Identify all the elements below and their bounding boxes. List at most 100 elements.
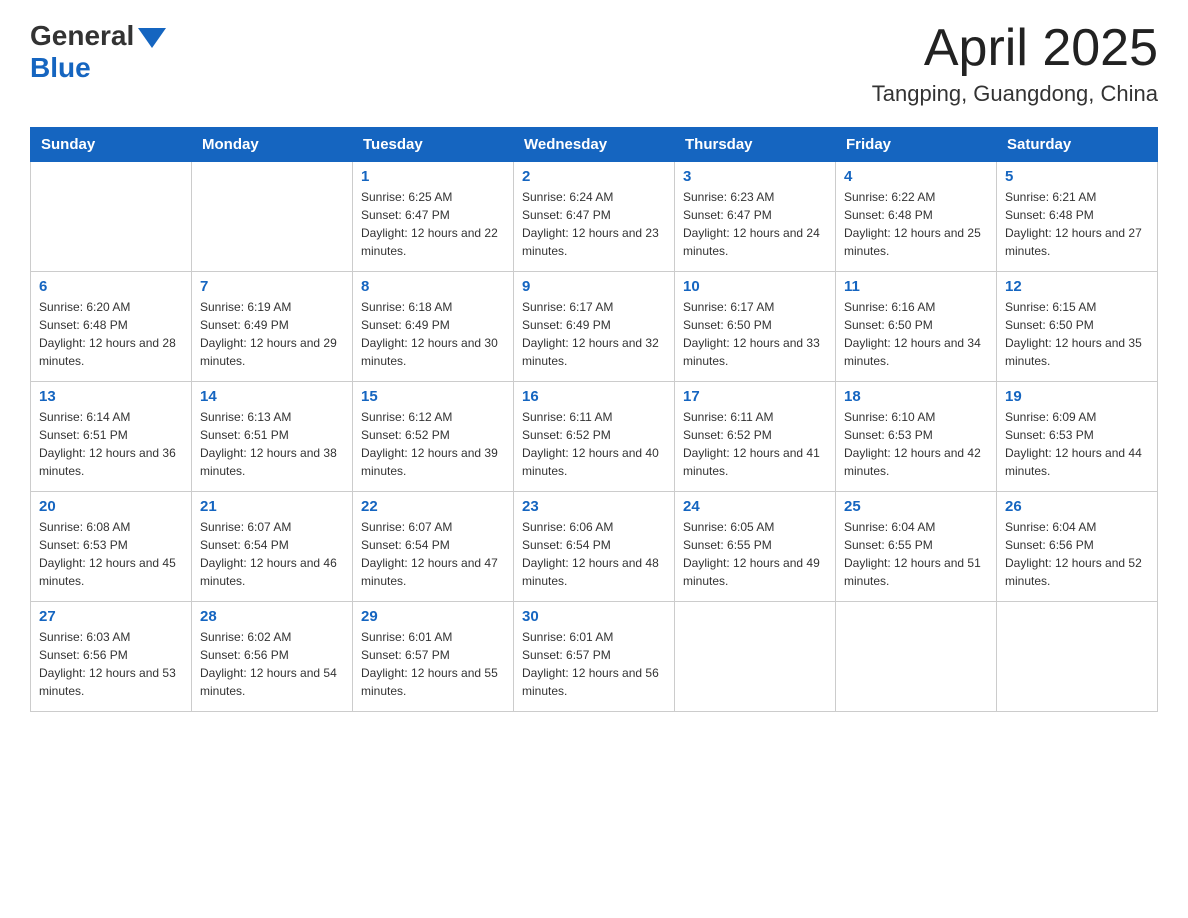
day-info: Sunrise: 6:22 AMSunset: 6:48 PMDaylight:… xyxy=(844,188,988,260)
day-number: 15 xyxy=(361,388,505,405)
calendar-cell: 14 Sunrise: 6:13 AMSunset: 6:51 PMDayligh… xyxy=(192,382,353,492)
day-info: Sunrise: 6:23 AMSunset: 6:47 PMDaylight:… xyxy=(683,188,827,260)
calendar-cell: 29 Sunrise: 6:01 AMSunset: 6:57 PMDayligh… xyxy=(353,602,514,712)
day-number: 27 xyxy=(39,608,183,625)
calendar-week-row: 6 Sunrise: 6:20 AMSunset: 6:48 PMDaylight… xyxy=(31,272,1158,382)
calendar-cell xyxy=(192,162,353,272)
weekday-header-sunday: Sunday xyxy=(31,128,192,162)
calendar-cell xyxy=(31,162,192,272)
calendar-cell: 15 Sunrise: 6:12 AMSunset: 6:52 PMDayligh… xyxy=(353,382,514,492)
day-info: Sunrise: 6:03 AMSunset: 6:56 PMDaylight:… xyxy=(39,628,183,700)
calendar-cell xyxy=(675,602,836,712)
day-number: 28 xyxy=(200,608,344,625)
calendar-cell: 13 Sunrise: 6:14 AMSunset: 6:51 PMDayligh… xyxy=(31,382,192,492)
calendar-cell: 12 Sunrise: 6:15 AMSunset: 6:50 PMDayligh… xyxy=(997,272,1158,382)
day-number: 10 xyxy=(683,278,827,295)
calendar-cell: 21 Sunrise: 6:07 AMSunset: 6:54 PMDayligh… xyxy=(192,492,353,602)
day-number: 17 xyxy=(683,388,827,405)
day-info: Sunrise: 6:20 AMSunset: 6:48 PMDaylight:… xyxy=(39,298,183,370)
day-info: Sunrise: 6:24 AMSunset: 6:47 PMDaylight:… xyxy=(522,188,666,260)
calendar-cell: 3 Sunrise: 6:23 AMSunset: 6:47 PMDaylight… xyxy=(675,162,836,272)
calendar-cell: 1 Sunrise: 6:25 AMSunset: 6:47 PMDaylight… xyxy=(353,162,514,272)
calendar-cell: 26 Sunrise: 6:04 AMSunset: 6:56 PMDayligh… xyxy=(997,492,1158,602)
day-info: Sunrise: 6:13 AMSunset: 6:51 PMDaylight:… xyxy=(200,408,344,480)
calendar-cell: 24Sunrise: 6:05 AMSunset: 6:55 PMDayligh… xyxy=(675,492,836,602)
calendar-cell: 16Sunrise: 6:11 AMSunset: 6:52 PMDayligh… xyxy=(514,382,675,492)
day-number: 25 xyxy=(844,498,988,515)
day-number: 13 xyxy=(39,388,183,405)
day-number: 26 xyxy=(1005,498,1149,515)
calendar-cell: 22 Sunrise: 6:07 AMSunset: 6:54 PMDayligh… xyxy=(353,492,514,602)
page-header: General Blue April 2025 Tangping, Guangd… xyxy=(30,20,1158,107)
day-number: 6 xyxy=(39,278,183,295)
calendar-week-row: 13 Sunrise: 6:14 AMSunset: 6:51 PMDayligh… xyxy=(31,382,1158,492)
day-info: Sunrise: 6:19 AMSunset: 6:49 PMDaylight:… xyxy=(200,298,344,370)
day-info: Sunrise: 6:01 AMSunset: 6:57 PMDaylight:… xyxy=(361,628,505,700)
day-number: 2 xyxy=(522,168,666,185)
day-number: 8 xyxy=(361,278,505,295)
weekday-header-saturday: Saturday xyxy=(997,128,1158,162)
day-number: 14 xyxy=(200,388,344,405)
weekday-header-friday: Friday xyxy=(836,128,997,162)
calendar-week-row: 1 Sunrise: 6:25 AMSunset: 6:47 PMDaylight… xyxy=(31,162,1158,272)
day-info: Sunrise: 6:08 AMSunset: 6:53 PMDaylight:… xyxy=(39,518,183,590)
calendar-week-row: 27 Sunrise: 6:03 AMSunset: 6:56 PMDayligh… xyxy=(31,602,1158,712)
day-info: Sunrise: 6:18 AMSunset: 6:49 PMDaylight:… xyxy=(361,298,505,370)
calendar-cell: 27 Sunrise: 6:03 AMSunset: 6:56 PMDayligh… xyxy=(31,602,192,712)
calendar-cell: 19Sunrise: 6:09 AMSunset: 6:53 PMDayligh… xyxy=(997,382,1158,492)
day-number: 20 xyxy=(39,498,183,515)
weekday-header-row: SundayMondayTuesdayWednesdayThursdayFrid… xyxy=(31,128,1158,162)
day-number: 22 xyxy=(361,498,505,515)
day-number: 9 xyxy=(522,278,666,295)
day-info: Sunrise: 6:12 AMSunset: 6:52 PMDaylight:… xyxy=(361,408,505,480)
calendar-cell: 7Sunrise: 6:19 AMSunset: 6:49 PMDaylight… xyxy=(192,272,353,382)
day-info: Sunrise: 6:04 AMSunset: 6:56 PMDaylight:… xyxy=(1005,518,1149,590)
day-info: Sunrise: 6:15 AMSunset: 6:50 PMDaylight:… xyxy=(1005,298,1149,370)
day-number: 21 xyxy=(200,498,344,515)
calendar-cell: 8 Sunrise: 6:18 AMSunset: 6:49 PMDaylight… xyxy=(353,272,514,382)
day-info: Sunrise: 6:06 AMSunset: 6:54 PMDaylight:… xyxy=(522,518,666,590)
weekday-header-tuesday: Tuesday xyxy=(353,128,514,162)
day-number: 16 xyxy=(522,388,666,405)
calendar-cell: 23Sunrise: 6:06 AMSunset: 6:54 PMDayligh… xyxy=(514,492,675,602)
logo: General Blue xyxy=(30,20,166,84)
weekday-header-monday: Monday xyxy=(192,128,353,162)
calendar-week-row: 20 Sunrise: 6:08 AMSunset: 6:53 PMDayligh… xyxy=(31,492,1158,602)
logo-triangle-icon xyxy=(138,28,166,48)
logo-blue-text: Blue xyxy=(30,52,91,84)
calendar-cell: 10 Sunrise: 6:17 AMSunset: 6:50 PMDayligh… xyxy=(675,272,836,382)
day-info: Sunrise: 6:10 AMSunset: 6:53 PMDaylight:… xyxy=(844,408,988,480)
day-info: Sunrise: 6:17 AMSunset: 6:50 PMDaylight:… xyxy=(683,298,827,370)
day-info: Sunrise: 6:07 AMSunset: 6:54 PMDaylight:… xyxy=(361,518,505,590)
day-number: 5 xyxy=(1005,168,1149,185)
day-number: 30 xyxy=(522,608,666,625)
day-number: 3 xyxy=(683,168,827,185)
calendar-cell: 6 Sunrise: 6:20 AMSunset: 6:48 PMDaylight… xyxy=(31,272,192,382)
calendar-cell: 25Sunrise: 6:04 AMSunset: 6:55 PMDayligh… xyxy=(836,492,997,602)
day-info: Sunrise: 6:02 AMSunset: 6:56 PMDaylight:… xyxy=(200,628,344,700)
calendar-cell xyxy=(836,602,997,712)
day-number: 1 xyxy=(361,168,505,185)
calendar-cell: 28 Sunrise: 6:02 AMSunset: 6:56 PMDayligh… xyxy=(192,602,353,712)
day-info: Sunrise: 6:21 AMSunset: 6:48 PMDaylight:… xyxy=(1005,188,1149,260)
day-info: Sunrise: 6:01 AMSunset: 6:57 PMDaylight:… xyxy=(522,628,666,700)
logo-general-text: General xyxy=(30,20,134,52)
day-info: Sunrise: 6:11 AMSunset: 6:52 PMDaylight:… xyxy=(683,408,827,480)
location-subtitle: Tangping, Guangdong, China xyxy=(872,81,1158,107)
day-info: Sunrise: 6:14 AMSunset: 6:51 PMDaylight:… xyxy=(39,408,183,480)
calendar-cell: 18Sunrise: 6:10 AMSunset: 6:53 PMDayligh… xyxy=(836,382,997,492)
calendar-cell: 11Sunrise: 6:16 AMSunset: 6:50 PMDayligh… xyxy=(836,272,997,382)
day-info: Sunrise: 6:07 AMSunset: 6:54 PMDaylight:… xyxy=(200,518,344,590)
title-block: April 2025 Tangping, Guangdong, China xyxy=(872,20,1158,107)
day-info: Sunrise: 6:05 AMSunset: 6:55 PMDaylight:… xyxy=(683,518,827,590)
day-number: 12 xyxy=(1005,278,1149,295)
calendar-table: SundayMondayTuesdayWednesdayThursdayFrid… xyxy=(30,127,1158,712)
calendar-cell: 5 Sunrise: 6:21 AMSunset: 6:48 PMDaylight… xyxy=(997,162,1158,272)
calendar-cell: 4Sunrise: 6:22 AMSunset: 6:48 PMDaylight… xyxy=(836,162,997,272)
day-number: 29 xyxy=(361,608,505,625)
day-info: Sunrise: 6:09 AMSunset: 6:53 PMDaylight:… xyxy=(1005,408,1149,480)
calendar-cell: 9Sunrise: 6:17 AMSunset: 6:49 PMDaylight… xyxy=(514,272,675,382)
calendar-cell: 2 Sunrise: 6:24 AMSunset: 6:47 PMDaylight… xyxy=(514,162,675,272)
day-info: Sunrise: 6:25 AMSunset: 6:47 PMDaylight:… xyxy=(361,188,505,260)
weekday-header-thursday: Thursday xyxy=(675,128,836,162)
